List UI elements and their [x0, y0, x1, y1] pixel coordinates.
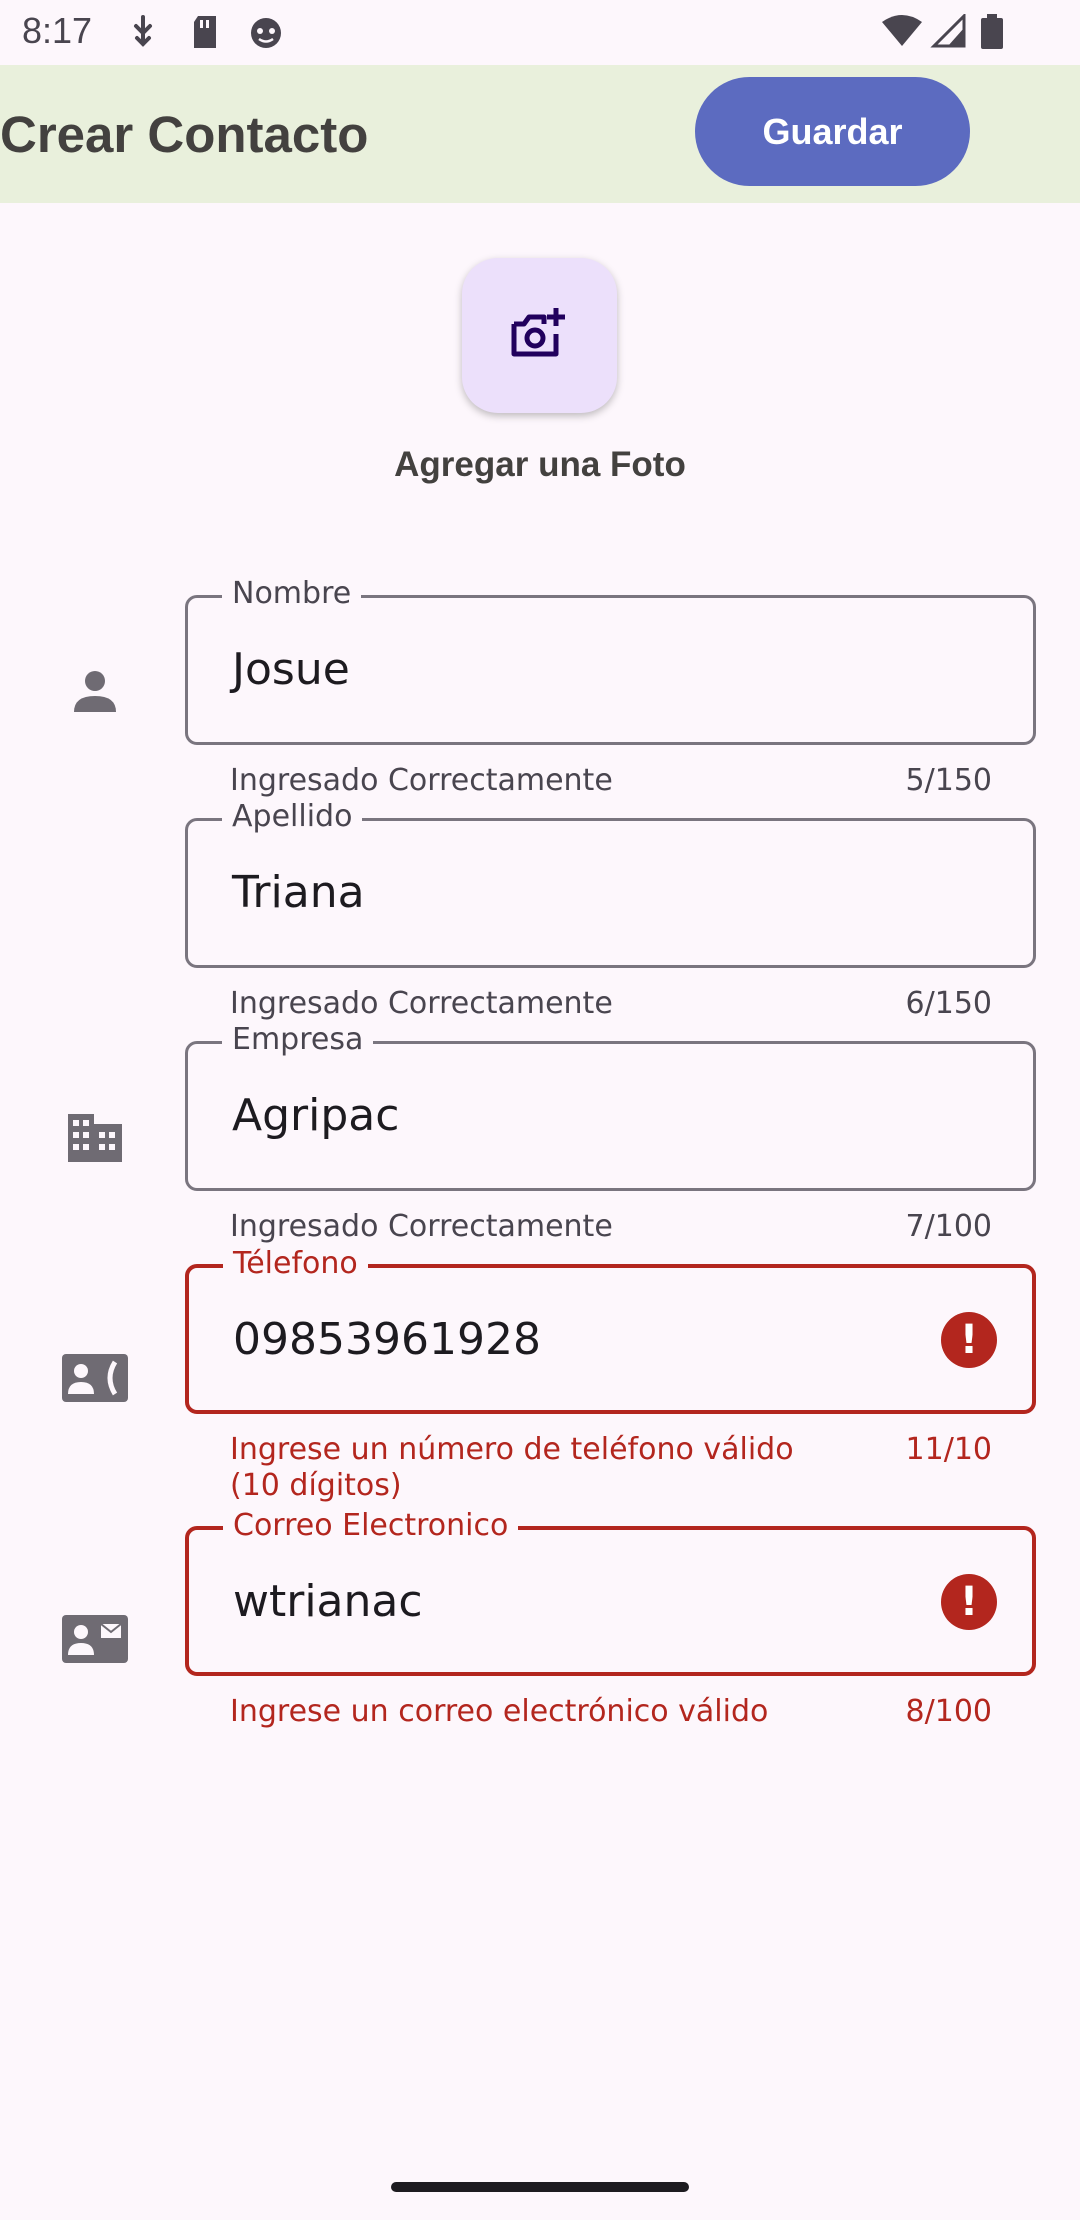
contact-phone-icon — [60, 1343, 130, 1413]
usb-debug-icon — [128, 14, 158, 54]
apellido-counter: 6/150 — [905, 986, 992, 1021]
nombre-supporting-text: Ingresado Correctamente — [230, 763, 613, 798]
nombre-field[interactable]: Nombre Josue — [185, 574, 1036, 745]
add-photo-button[interactable] — [462, 258, 617, 413]
add-photo-label: Agregar una Foto — [394, 445, 686, 484]
empresa-supporting-text: Ingresado Correctamente — [230, 1209, 613, 1244]
apellido-label: Apellido — [222, 797, 363, 837]
correo-counter: 8/100 — [905, 1694, 992, 1729]
telefono-input[interactable]: 09853961928 — [233, 1314, 541, 1366]
business-icon — [60, 1103, 130, 1173]
nombre-label: Nombre — [222, 574, 362, 614]
empresa-counter: 7/100 — [905, 1209, 992, 1244]
nombre-input[interactable]: Josue — [232, 644, 350, 696]
person-icon — [60, 656, 130, 726]
empresa-input[interactable]: Agripac — [232, 1090, 399, 1142]
status-bar: 8:17 — [0, 0, 1080, 64]
correo-input[interactable]: wtrianac — [233, 1576, 423, 1628]
android-face-icon — [248, 14, 284, 54]
correo-label: Correo Electronico — [223, 1506, 519, 1546]
status-time: 8:17 — [22, 10, 93, 51]
error-icon: ! — [941, 1574, 997, 1630]
telefono-error-line1: Ingrese un número de teléfono válido — [230, 1432, 794, 1467]
sd-card-icon — [190, 14, 220, 54]
top-app-bar: Crear Contacto Guardar — [0, 65, 1080, 203]
page-title: Crear Contacto — [0, 106, 369, 163]
telefono-counter: 11/10 — [905, 1432, 992, 1467]
gesture-navigation-handle[interactable] — [391, 2182, 689, 2192]
apellido-supporting-text: Ingresado Correctamente — [230, 986, 613, 1021]
nombre-counter: 5/150 — [905, 763, 992, 798]
telefono-label: Télefono — [223, 1244, 368, 1284]
apellido-input[interactable]: Triana — [232, 867, 365, 919]
cell-signal-icon — [930, 12, 966, 52]
save-button[interactable]: Guardar — [695, 77, 970, 186]
empresa-field[interactable]: Empresa Agripac — [185, 1020, 1036, 1191]
error-icon: ! — [941, 1312, 997, 1368]
correo-error-text: Ingrese un correo electrónico válido — [230, 1694, 769, 1729]
telefono-error-text: Ingrese un número de teléfono válido (10… — [230, 1432, 830, 1504]
empresa-label: Empresa — [222, 1020, 374, 1060]
add-a-photo-icon — [510, 306, 570, 366]
battery-icon — [980, 14, 1004, 54]
apellido-field[interactable]: Apellido Triana — [185, 797, 1036, 968]
telefono-field[interactable]: Télefono 09853961928 ! — [185, 1244, 1036, 1414]
correo-field[interactable]: Correo Electronico wtrianac ! — [185, 1506, 1036, 1676]
telefono-error-line2: (10 dígitos) — [230, 1468, 402, 1503]
wifi-icon — [880, 14, 924, 52]
contact-mail-icon — [60, 1604, 130, 1674]
